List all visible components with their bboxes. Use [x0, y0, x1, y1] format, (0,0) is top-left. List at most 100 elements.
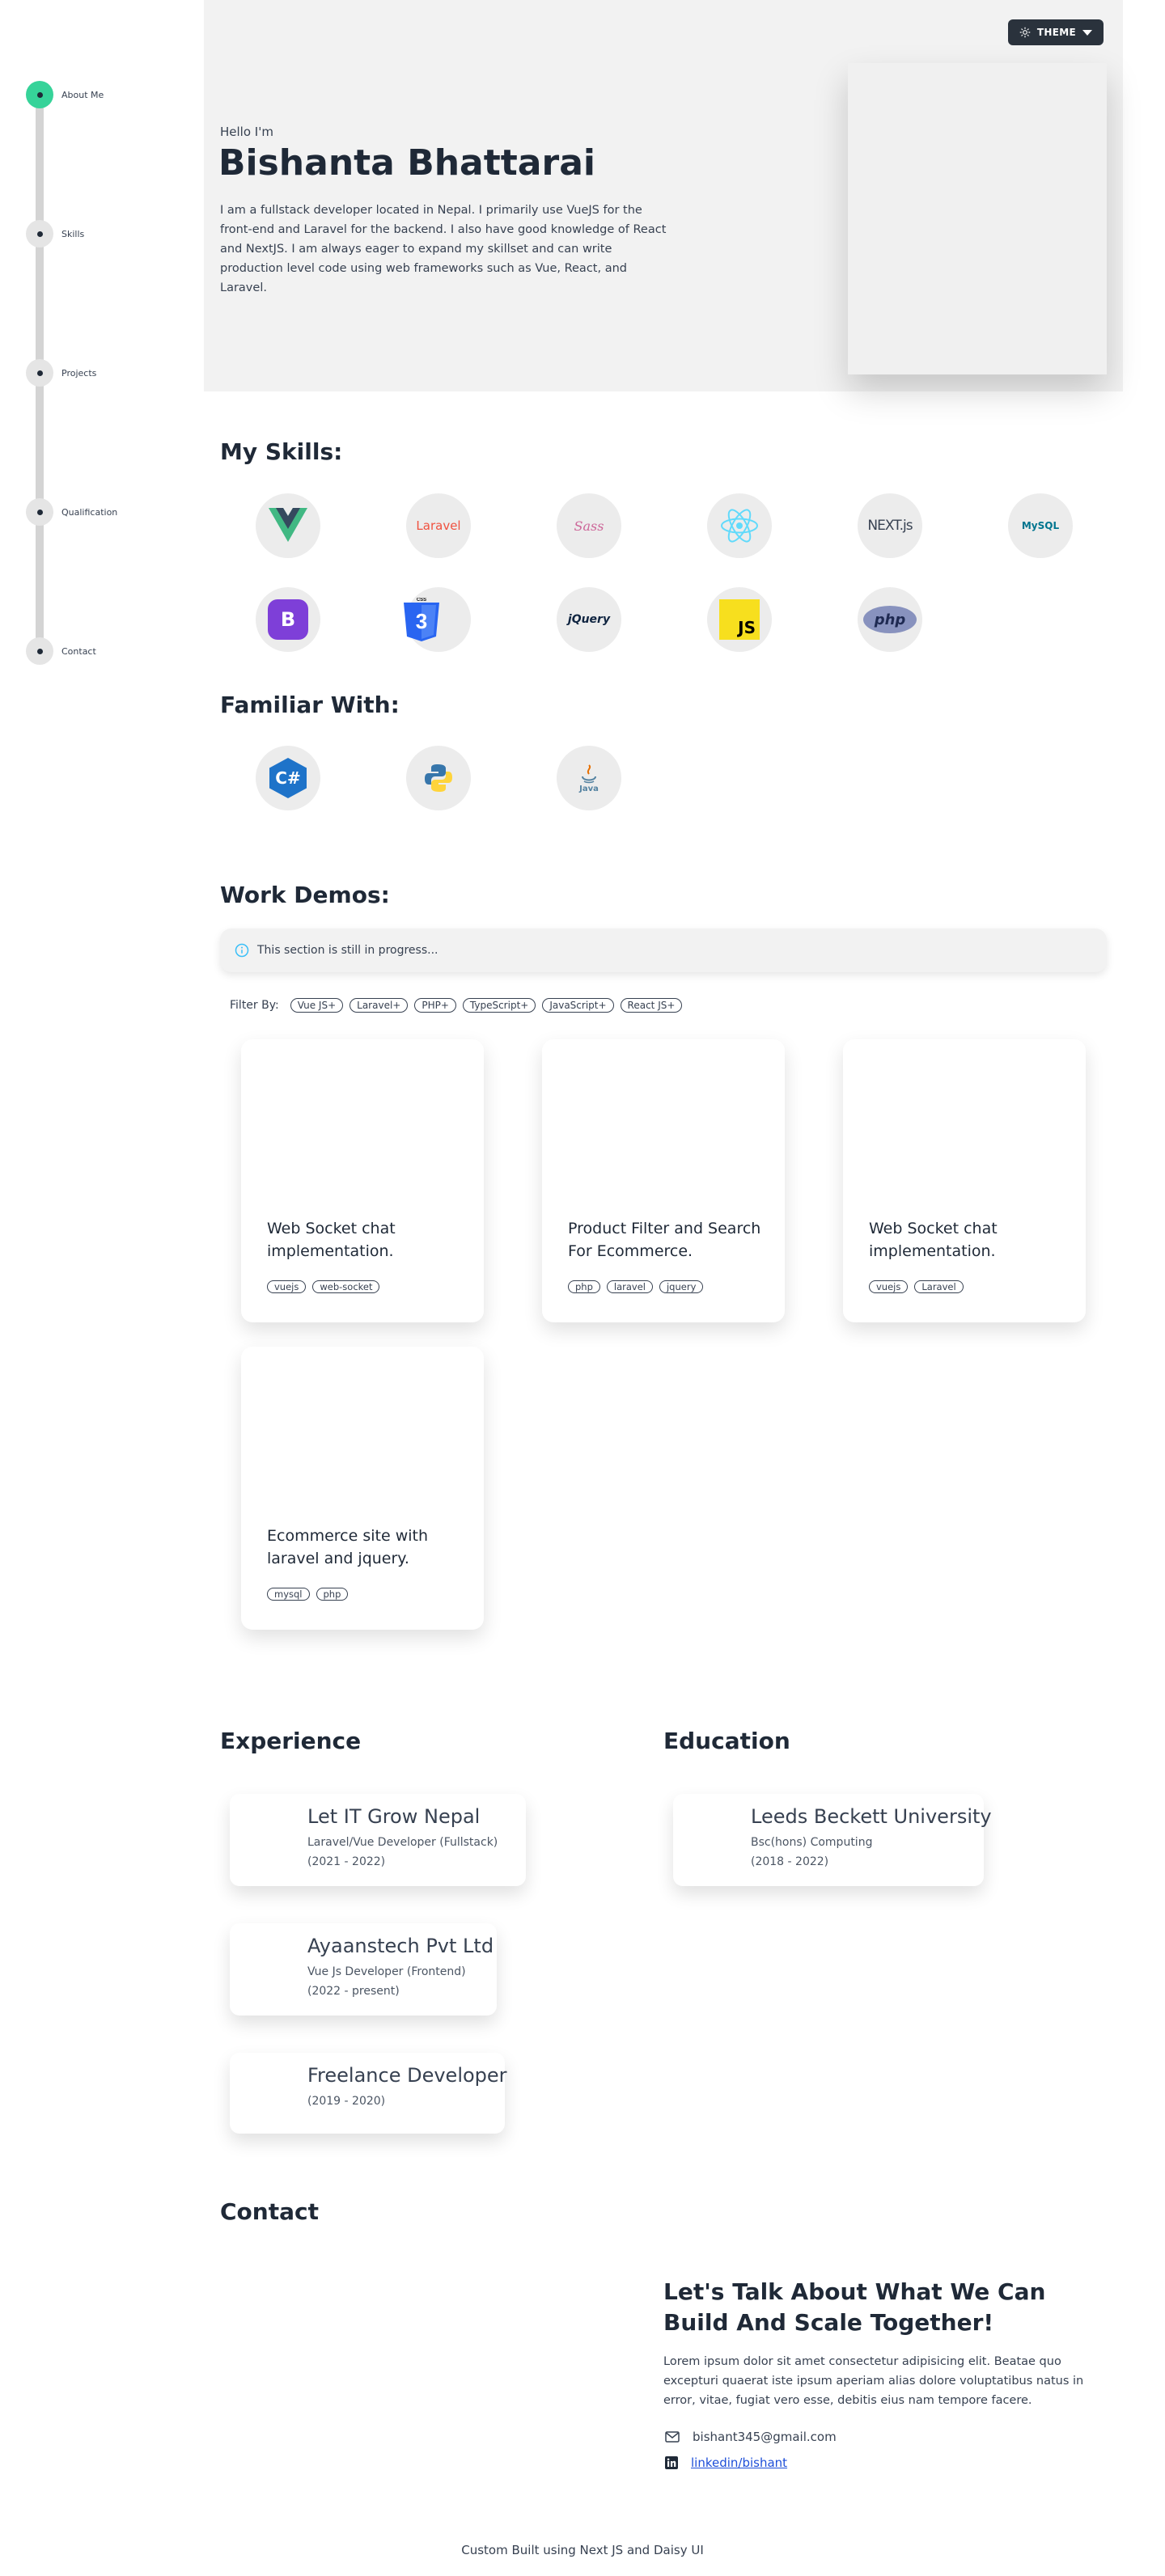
- linkedin-link[interactable]: linkedin/bishant: [691, 2455, 787, 2470]
- project-tags: vuejs Laravel: [869, 1280, 964, 1293]
- nextjs-icon: NEXT.js: [858, 493, 922, 558]
- javascript-icon: JS: [707, 587, 772, 652]
- job-period: (2022 - present): [307, 1985, 400, 1998]
- info-icon: [235, 943, 249, 958]
- filter-label: Filter By:: [230, 999, 279, 1012]
- cta-title: Let's Talk About What We Can Build And S…: [663, 2278, 1046, 2336]
- php-icon: php: [858, 587, 922, 652]
- project-tags: mysql php: [267, 1588, 349, 1601]
- nav-dot: [26, 637, 53, 665]
- nav-item-projects[interactable]: Projects: [26, 359, 96, 387]
- experience-title: Experience: [220, 1728, 362, 1754]
- familiar-title: Familiar With:: [220, 692, 400, 718]
- education-card: Leeds Beckett University Bsc(hons) Compu…: [673, 1794, 992, 1886]
- project-tag: web-socket: [312, 1280, 380, 1293]
- project-tags: vuejs web-socket: [267, 1280, 380, 1293]
- job-role: Vue Js Developer (Frontend): [307, 1965, 466, 1978]
- nav-item-about[interactable]: About Me: [26, 81, 104, 108]
- footer-text: Custom Built using Next JS and Daisy UI: [461, 2543, 704, 2557]
- project-tag: vuejs: [869, 1280, 909, 1293]
- filter-chip-javascript[interactable]: JavaScript+: [542, 998, 614, 1013]
- laravel-icon: Laravel: [406, 493, 471, 558]
- progress-alert: This section is still in progress...: [220, 928, 1107, 972]
- project-tag: jquery: [659, 1280, 704, 1293]
- filter-chip-laravel[interactable]: Laravel+: [350, 998, 409, 1013]
- nav-dot-active: [26, 81, 53, 108]
- vue-icon: [256, 493, 320, 558]
- mysql-icon: MySQL: [1008, 493, 1073, 558]
- job-period: (2019 - 2020): [307, 2095, 386, 2108]
- nav-label: Qualification: [61, 506, 118, 518]
- project-tag: vuejs: [267, 1280, 307, 1293]
- nav-item-skills[interactable]: Skills: [26, 220, 84, 247]
- java-icon: Java: [557, 746, 621, 810]
- filter-bar: Filter By: Vue JS+ Laravel+ PHP+ TypeScr…: [230, 998, 683, 1013]
- email-row: bishant345@gmail.com: [665, 2430, 837, 2444]
- linkedin-icon: [665, 2456, 678, 2469]
- skills-title: My Skills:: [220, 438, 343, 465]
- nav-dot: [26, 220, 53, 247]
- project-card[interactable]: Product Filter and Search For Ecommerce.…: [542, 1039, 785, 1322]
- nextjs-wordmark: NEXT.js: [867, 518, 913, 534]
- email-text: bishant345@gmail.com: [693, 2430, 837, 2444]
- project-title: Ecommerce site with laravel and jquery.: [267, 1527, 429, 1567]
- csharp-logo: C#: [269, 758, 307, 798]
- python-icon: [406, 746, 471, 810]
- filter-chip-react[interactable]: React JS+: [620, 998, 683, 1013]
- bootstrap-icon: B: [256, 587, 320, 652]
- project-tag: mysql: [267, 1588, 310, 1601]
- greeting: Hello I'm: [220, 125, 273, 139]
- csharp-icon: C#: [256, 746, 320, 810]
- degree: Bsc(hons) Computing: [751, 1836, 873, 1849]
- project-title: Web Socket chat implementation.: [869, 1220, 998, 1260]
- theme-button[interactable]: THEME: [1007, 19, 1104, 45]
- react-icon: [707, 493, 772, 558]
- hero-name: Bishanta Bhattarai: [218, 142, 595, 184]
- nav-dot: [26, 359, 53, 387]
- work-title: Work Demos:: [220, 882, 390, 908]
- project-tag: laravel: [606, 1280, 653, 1293]
- study-period: (2018 - 2022): [751, 1855, 829, 1868]
- school-name: Leeds Beckett University: [751, 1805, 992, 1828]
- experience-card: Ayaanstech Pvt Ltd Vue Js Developer (Fro…: [230, 1923, 497, 2016]
- mysql-wordmark: MySQL: [1021, 520, 1060, 531]
- project-title: Product Filter and Search For Ecommerce.: [568, 1220, 761, 1260]
- jquery-icon: jQuery: [557, 587, 621, 652]
- job-role: Laravel/Vue Developer (Fullstack): [307, 1836, 498, 1849]
- nav-item-qualification[interactable]: Qualification: [26, 498, 117, 526]
- bootstrap-logo: B: [268, 599, 308, 640]
- filter-chip-vue[interactable]: Vue JS+: [290, 998, 344, 1013]
- profile-photo: [848, 63, 1107, 374]
- nav-dot: [26, 498, 53, 526]
- project-tags: php laravel jquery: [568, 1280, 704, 1293]
- envelope-icon: [665, 2431, 680, 2443]
- theme-label: THEME: [1036, 27, 1076, 38]
- company-name: Ayaanstech Pvt Ltd: [307, 1935, 494, 1957]
- nav-label: Skills: [61, 228, 85, 239]
- company-name: Freelance Developer: [307, 2064, 507, 2087]
- filter-chip-typescript[interactable]: TypeScript+: [462, 998, 536, 1013]
- caret-down-icon: [1082, 29, 1092, 36]
- project-card[interactable]: Web Socket chat implementation. vuejs we…: [241, 1039, 484, 1322]
- sun-icon: [1019, 27, 1031, 38]
- cta-text: Lorem ipsum dolor sit amet consectetur a…: [663, 2355, 1084, 2407]
- css3-icon: CSS 3: [404, 587, 471, 652]
- nav-item-contact[interactable]: Contact: [26, 637, 96, 665]
- project-card[interactable]: Ecommerce site with laravel and jquery. …: [241, 1347, 484, 1630]
- project-card[interactable]: Web Socket chat implementation. vuejs La…: [843, 1039, 1086, 1322]
- svg-text:3: 3: [416, 609, 427, 633]
- contact-title: Contact: [220, 2198, 319, 2225]
- sass-wordmark: Sass: [574, 518, 604, 534]
- nav-label: About Me: [61, 89, 104, 100]
- java-wordmark: Java: [579, 784, 599, 793]
- jquery-wordmark: jQuery: [567, 613, 611, 626]
- filter-chip-php[interactable]: PHP+: [414, 998, 456, 1013]
- company-name: Let IT Grow Nepal: [307, 1805, 481, 1828]
- linkedin-row: linkedin/bishant: [665, 2455, 787, 2470]
- project-title: Web Socket chat implementation.: [267, 1220, 396, 1260]
- hero-bio: I am a fullstack developer located in Ne…: [220, 204, 667, 294]
- hero-section: THEME Hello I'm Bishanta Bhattarai I am …: [204, 0, 1123, 391]
- job-period: (2021 - 2022): [307, 1855, 386, 1868]
- sass-icon: Sass: [557, 493, 621, 558]
- nav-label: Contact: [61, 645, 96, 657]
